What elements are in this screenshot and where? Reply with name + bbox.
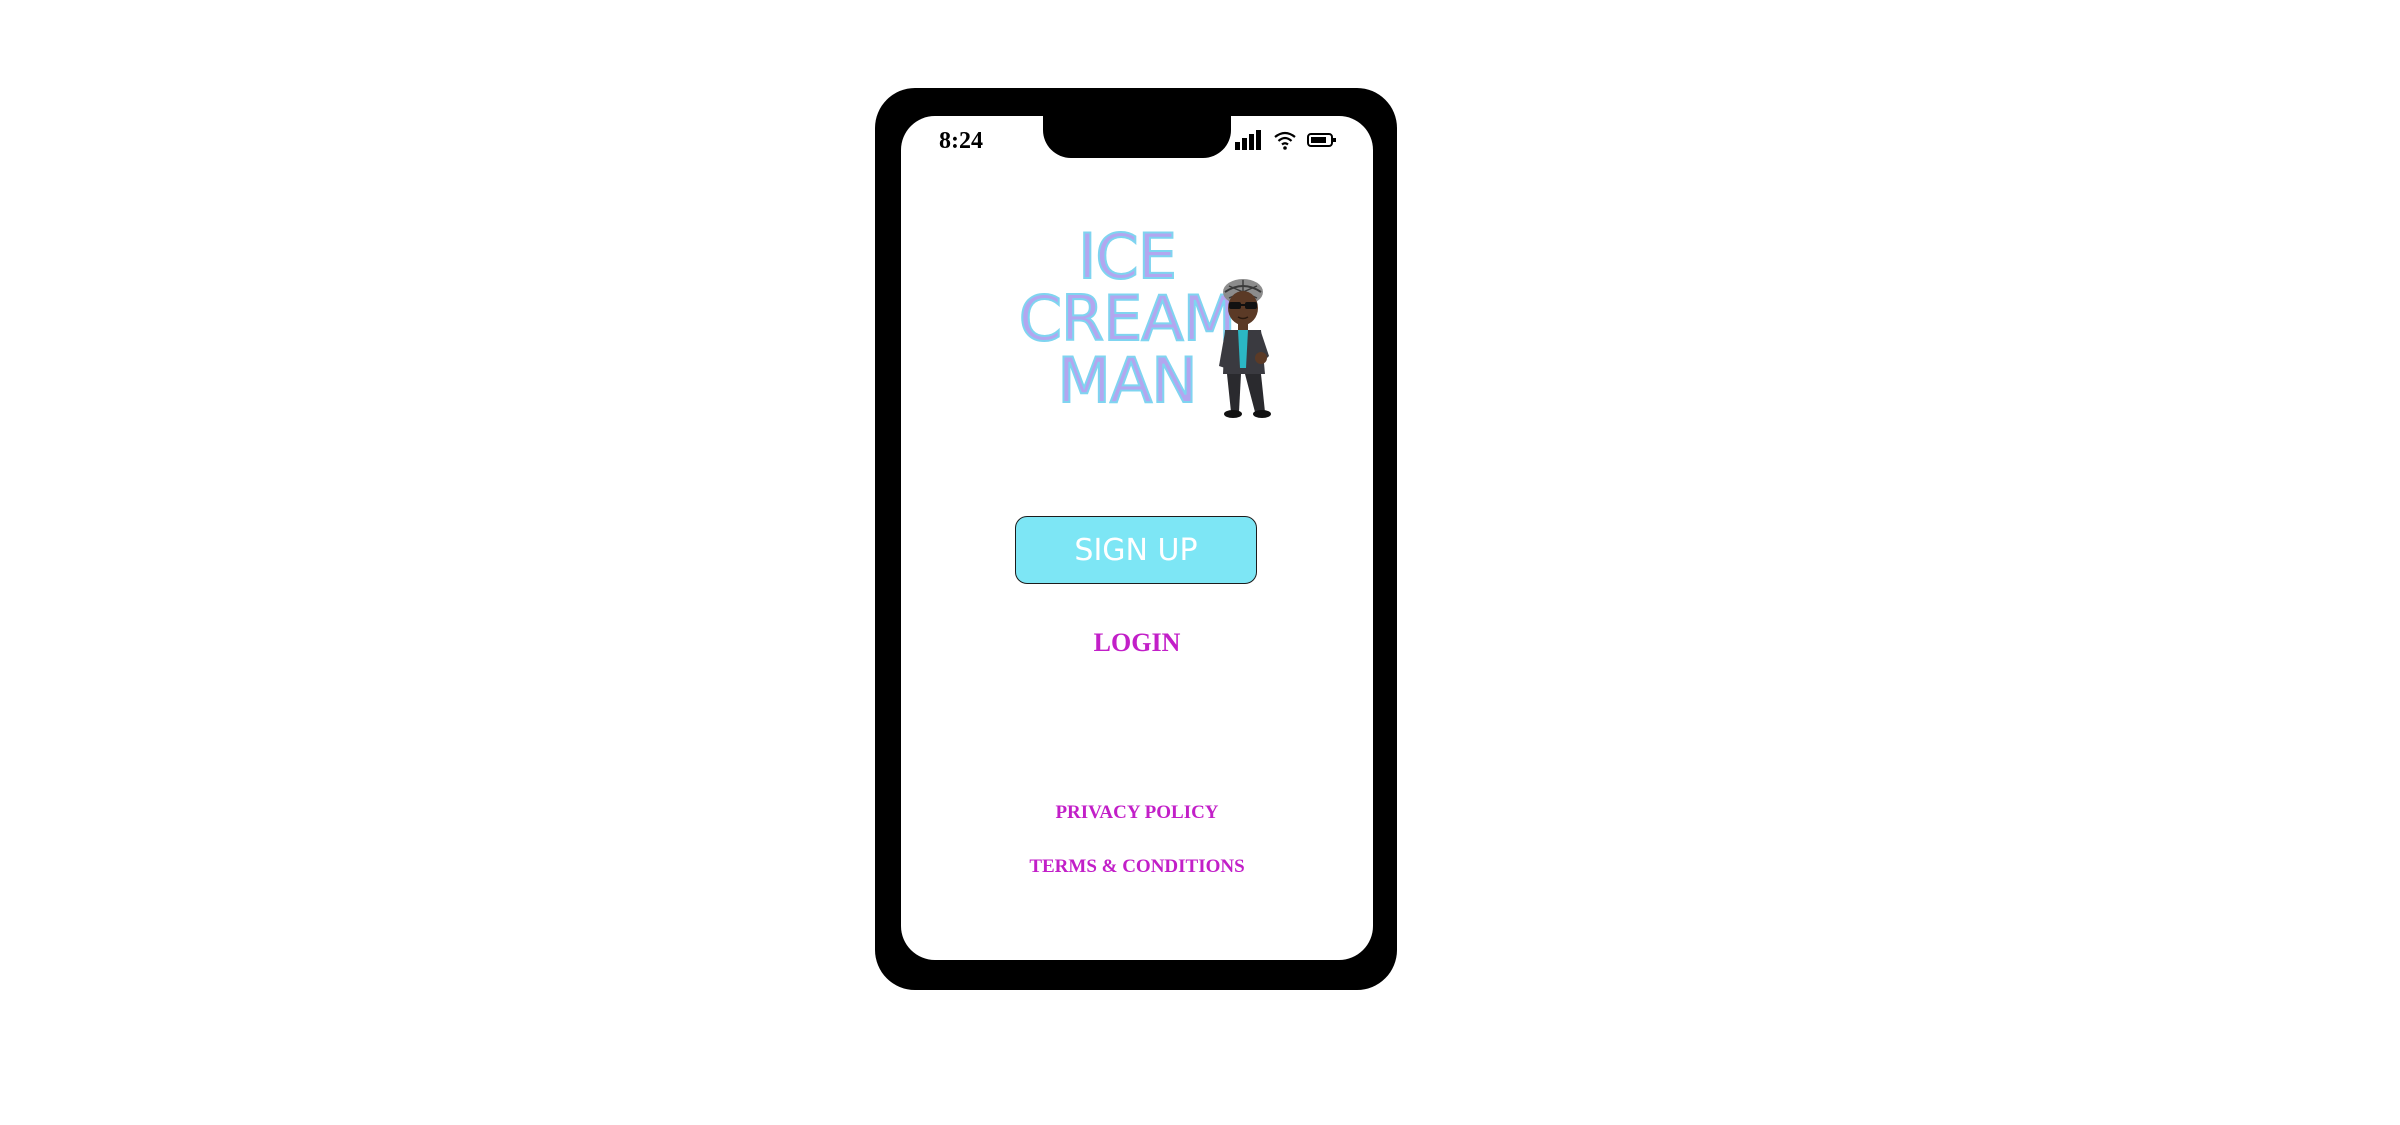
privacy-policy-link[interactable]: PRIVACY POLICY: [901, 802, 1373, 824]
terms-conditions-link[interactable]: TERMS & CONDITIONS: [901, 856, 1373, 878]
phone-notch: [1043, 116, 1231, 158]
phone-screen: 8:24 ICE CREAM MAN SIGN UP LOGIN PRIVACY…: [901, 116, 1373, 960]
mascot-figure: [1217, 278, 1279, 423]
logo-wordmark: ICE CREAM MAN: [1007, 220, 1247, 417]
signal-icon: [1235, 130, 1263, 150]
status-icons: [1235, 130, 1337, 150]
logo-line-3: MAN: [1056, 344, 1198, 417]
signup-button[interactable]: SIGN UP: [1015, 516, 1257, 584]
logo-line-1: ICE: [1077, 220, 1178, 293]
battery-icon: [1307, 132, 1337, 148]
wifi-icon: [1273, 130, 1297, 150]
login-link[interactable]: LOGIN: [901, 628, 1373, 658]
logo-line-2: CREAM: [1018, 282, 1237, 355]
phone-frame: 8:24 ICE CREAM MAN SIGN UP LOGIN PRIVACY…: [875, 88, 1397, 990]
app-logo: ICE CREAM MAN: [901, 220, 1373, 426]
status-time: 8:24: [939, 128, 983, 154]
